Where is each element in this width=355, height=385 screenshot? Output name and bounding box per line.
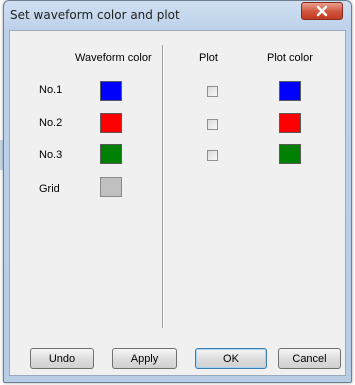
row-label-no1: No.1 xyxy=(39,84,63,96)
waveform-color-swatch-no1[interactable] xyxy=(100,81,122,101)
dialog-window: Set waveform color and plot Waveform col… xyxy=(3,0,352,383)
plot-color-swatch-no2[interactable] xyxy=(279,113,301,133)
row-label-no3: No.3 xyxy=(39,149,63,161)
undo-button[interactable]: Undo xyxy=(30,348,94,369)
apply-button[interactable]: Apply xyxy=(112,348,177,369)
header-waveform-color: Waveform color xyxy=(75,52,152,64)
plot-checkbox-no2[interactable] xyxy=(207,119,218,130)
grid-color-swatch[interactable] xyxy=(100,177,122,197)
waveform-color-swatch-no2[interactable] xyxy=(100,113,122,133)
waveform-color-swatch-no3[interactable] xyxy=(100,144,122,164)
close-button[interactable] xyxy=(301,2,343,20)
dialog-client-area: Waveform color Plot Plot color No.1 No.2… xyxy=(9,30,346,376)
row-label-no2: No.2 xyxy=(39,117,63,129)
header-plot-color: Plot color xyxy=(267,52,313,64)
plot-checkbox-no1[interactable] xyxy=(207,86,218,97)
row-label-grid: Grid xyxy=(39,183,60,195)
close-icon xyxy=(316,5,328,17)
ok-button[interactable]: OK xyxy=(195,348,267,369)
header-plot: Plot xyxy=(199,52,218,64)
plot-color-swatch-no3[interactable] xyxy=(279,144,301,164)
plot-color-swatch-no1[interactable] xyxy=(279,81,301,101)
vertical-divider xyxy=(162,45,163,328)
plot-checkbox-no3[interactable] xyxy=(207,150,218,161)
dialog-title: Set waveform color and plot xyxy=(10,8,180,22)
cancel-button[interactable]: Cancel xyxy=(278,348,341,369)
